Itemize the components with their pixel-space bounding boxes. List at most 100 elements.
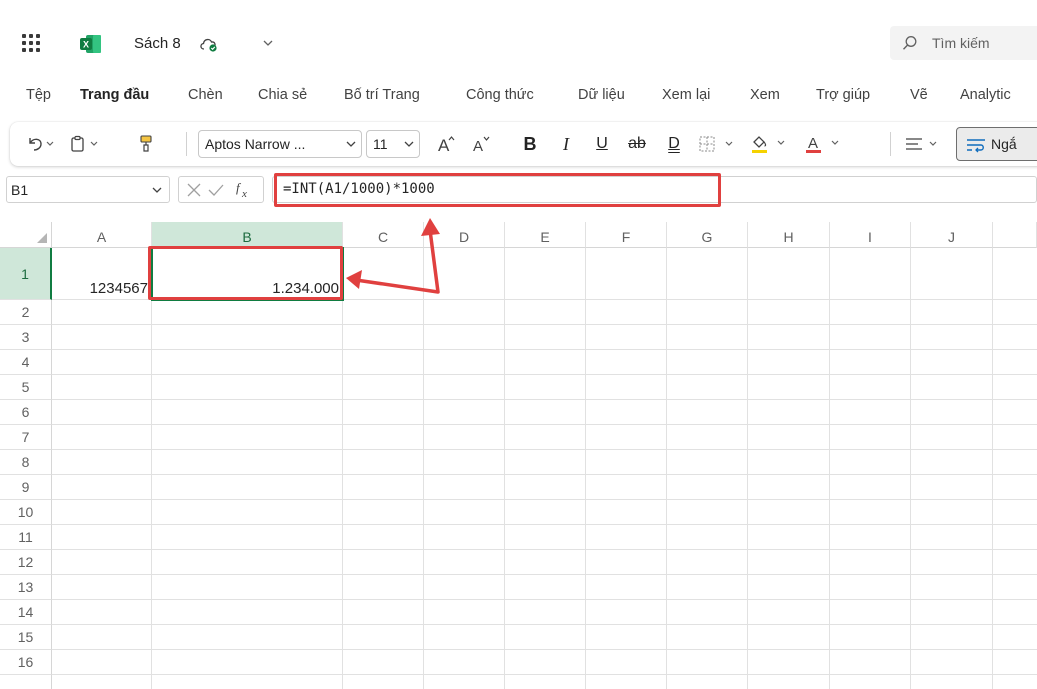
row-header-13[interactable]: 13	[0, 575, 52, 600]
row-header-1[interactable]: 1	[0, 248, 52, 300]
name-box[interactable]: B1	[6, 176, 170, 203]
tab-tep[interactable]: Tệp	[26, 87, 51, 103]
document-title[interactable]: Sách 8	[134, 35, 181, 52]
tab-chen[interactable]: Chèn	[188, 87, 223, 103]
row-header-15[interactable]: 15	[0, 625, 52, 650]
chevron-down-icon	[346, 141, 356, 147]
column-header-a[interactable]: A	[52, 222, 152, 248]
search-placeholder: Tìm kiếm	[932, 35, 990, 51]
increase-font-icon: A	[438, 136, 455, 155]
tab-du-lieu[interactable]: Dữ liệu	[578, 87, 625, 103]
font-name-value: Aptos Narrow ...	[205, 136, 306, 152]
row-header-10[interactable]: 10	[0, 500, 52, 525]
font-size-value: 11	[373, 136, 388, 152]
tab-xem[interactable]: Xem	[750, 87, 780, 103]
format-painter-button[interactable]	[132, 122, 160, 166]
font-name-select[interactable]: Aptos Narrow ...	[198, 130, 362, 158]
wrap-text-label: Ngắ	[991, 136, 1017, 152]
row-header-17[interactable]	[0, 675, 52, 689]
decrease-font-button[interactable]: A	[466, 122, 496, 166]
row-header-14[interactable]: 14	[0, 600, 52, 625]
name-box-value: B1	[11, 182, 29, 198]
column-header-h[interactable]: H	[748, 222, 830, 248]
row-header-4[interactable]: 4	[0, 350, 52, 375]
select-all-icon	[37, 233, 47, 243]
separator	[186, 132, 187, 156]
app-launcher-icon[interactable]	[22, 34, 40, 52]
decrease-font-icon: A	[473, 136, 490, 155]
row-header-3[interactable]: 3	[0, 325, 52, 350]
search-icon	[902, 36, 917, 50]
svg-text:A: A	[438, 136, 450, 155]
result-highlight-box	[148, 246, 343, 300]
formula-highlight-box	[274, 173, 721, 207]
row-header-12[interactable]: 12	[0, 550, 52, 575]
row-header-16[interactable]: 16	[0, 650, 52, 675]
paste-button[interactable]	[64, 122, 104, 166]
column-header-e[interactable]: E	[505, 222, 586, 248]
wrap-text-icon	[967, 139, 985, 153]
tab-trang-dau[interactable]: Trang đầu	[80, 87, 149, 103]
chevron-down-icon	[152, 187, 162, 193]
tab-analytic[interactable]: Analytic	[960, 87, 1011, 103]
fill-color-button[interactable]	[746, 122, 794, 166]
column-header-j[interactable]: J	[911, 222, 993, 248]
font-color-button[interactable]: A	[800, 122, 848, 166]
column-header-f[interactable]: F	[586, 222, 667, 248]
cell-a1-value: 1234567	[89, 280, 148, 297]
column-header-i[interactable]: I	[830, 222, 911, 248]
column-header-k[interactable]	[993, 222, 1037, 248]
column-header-b[interactable]: B	[152, 222, 343, 248]
tab-xem-lai[interactable]: Xem lại	[662, 87, 710, 103]
insert-function-icon[interactable]: f x	[233, 180, 257, 200]
cancel-icon[interactable]	[185, 182, 203, 198]
cloud-saved-icon[interactable]	[198, 36, 220, 52]
column-header-g[interactable]: G	[667, 222, 748, 248]
font-size-select[interactable]: 11	[366, 130, 420, 158]
column-header-c[interactable]: C	[343, 222, 424, 248]
chevron-down-icon	[404, 141, 414, 147]
row-header-2[interactable]: 2	[0, 300, 52, 325]
svg-text:A: A	[808, 135, 818, 152]
align-left-icon	[906, 138, 937, 150]
row-header-6[interactable]: 6	[0, 400, 52, 425]
clipboard-icon	[71, 135, 98, 152]
confirm-icon[interactable]	[207, 182, 225, 198]
svg-text:x: x	[241, 188, 247, 200]
row-header-8[interactable]: 8	[0, 450, 52, 475]
underline-button[interactable]: U	[588, 122, 616, 166]
tab-chia-se[interactable]: Chia sẻ	[258, 87, 307, 103]
align-button[interactable]	[900, 122, 948, 166]
wrap-text-button[interactable]: Ngắ	[956, 127, 1037, 161]
svg-text:X: X	[83, 40, 89, 50]
cell-a1[interactable]: 1234567	[52, 248, 152, 300]
ribbon-toolbar: Aptos Narrow ... 11 A A B I U ab D A Ngắ	[10, 122, 1037, 166]
tab-bo-tri-trang[interactable]: Bố trí Trang	[344, 87, 420, 103]
search-input[interactable]: Tìm kiếm	[890, 26, 1037, 60]
separator	[890, 132, 891, 156]
tab-cong-thuc[interactable]: Công thức	[466, 87, 534, 103]
strikethrough-button[interactable]: ab	[622, 122, 652, 166]
tab-ve[interactable]: Vẽ	[910, 87, 928, 103]
increase-font-button[interactable]: A	[430, 122, 460, 166]
double-underline-button[interactable]: D	[660, 122, 688, 166]
ribbon-tabs: Tệp Trang đầu Chèn Chia sẻ Bố trí Trang …	[0, 82, 1037, 110]
row-header-9[interactable]: 9	[0, 475, 52, 500]
select-all-corner[interactable]	[0, 222, 52, 248]
bold-button[interactable]: B	[516, 122, 544, 166]
title-bar: X Sách 8 Tìm kiếm	[0, 0, 1037, 75]
undo-icon	[29, 138, 54, 151]
tab-tro-giup[interactable]: Trợ giúp	[816, 87, 870, 103]
format-painter-icon	[140, 135, 152, 152]
italic-button[interactable]: I	[552, 122, 580, 166]
row-header-11[interactable]: 11	[0, 525, 52, 550]
fill-color-icon	[752, 136, 785, 153]
chevron-down-icon[interactable]	[262, 38, 274, 48]
formula-actions: f x	[178, 176, 264, 203]
excel-logo-icon: X	[80, 35, 101, 53]
undo-button[interactable]	[20, 122, 60, 166]
column-header-d[interactable]: D	[424, 222, 505, 248]
row-header-7[interactable]: 7	[0, 425, 52, 450]
borders-button[interactable]	[694, 122, 742, 166]
row-header-5[interactable]: 5	[0, 375, 52, 400]
